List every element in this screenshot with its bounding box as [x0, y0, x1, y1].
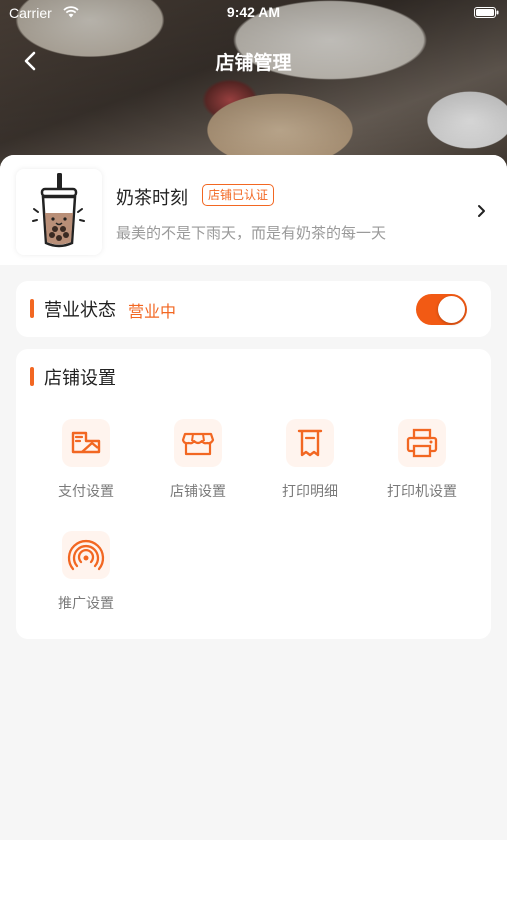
- shop-slogan: 最美的不是下雨天，而是有奶茶的每一天: [116, 224, 387, 242]
- shop-settings-card: 店铺设置 支付设置 店铺设置 打印明细 打印机设置 推广设置: [16, 349, 491, 639]
- section-accent-bar: [30, 299, 34, 318]
- promotion-settings-label: 推广设置: [58, 596, 114, 612]
- page-title: 店铺管理: [215, 52, 292, 74]
- shop-logo: [16, 169, 102, 255]
- content-sheet: 奶茶时刻 店铺已认证 最美的不是下雨天，而是有奶茶的每一天 营业状态 营业中 店…: [0, 155, 507, 840]
- shop-info-card[interactable]: 奶茶时刻 店铺已认证 最美的不是下雨天，而是有奶茶的每一天: [0, 155, 507, 265]
- printer-settings-button[interactable]: 打印机设置: [366, 419, 478, 519]
- bottom-safe-area: [0, 840, 507, 900]
- shop-name: 奶茶时刻: [116, 188, 188, 209]
- payment-icon: [71, 431, 101, 454]
- toggle-knob: [438, 296, 465, 323]
- verified-badge: 店铺已认证: [202, 184, 275, 206]
- status-bar: Carrier 9:42 AM: [0, 0, 507, 26]
- store-settings-label: 店铺设置: [170, 484, 226, 500]
- bubble-tea-icon: [32, 173, 85, 248]
- receipt-icon: [297, 429, 323, 457]
- navigation-bar: 店铺管理: [0, 40, 507, 80]
- clock: 9:42 AM: [226, 4, 281, 20]
- store-icon: [181, 432, 215, 456]
- back-button[interactable]: [16, 46, 46, 76]
- promotion-settings-button[interactable]: 推广设置: [30, 531, 142, 631]
- printer-icon: [406, 428, 438, 458]
- battery-icon: [474, 7, 499, 18]
- business-status-toggle[interactable]: [416, 294, 467, 325]
- business-status-value: 营业中: [128, 302, 177, 321]
- payment-settings-label: 支付设置: [58, 484, 114, 500]
- payment-settings-button[interactable]: 支付设置: [30, 419, 142, 519]
- header-background-image: [0, 0, 507, 175]
- shop-settings-title: 店铺设置: [44, 368, 116, 389]
- chevron-left-icon: [24, 51, 36, 71]
- chevron-right-icon: [478, 205, 485, 217]
- business-status-title: 营业状态: [44, 300, 116, 321]
- business-status-card: 营业状态 营业中: [16, 281, 491, 337]
- broadcast-icon: [67, 539, 105, 571]
- store-settings-button[interactable]: 店铺设置: [142, 419, 254, 519]
- print-details-button[interactable]: 打印明细: [254, 419, 366, 519]
- printer-settings-label: 打印机设置: [387, 484, 457, 500]
- print-details-label: 打印明细: [282, 484, 338, 500]
- section-accent-bar: [30, 367, 34, 386]
